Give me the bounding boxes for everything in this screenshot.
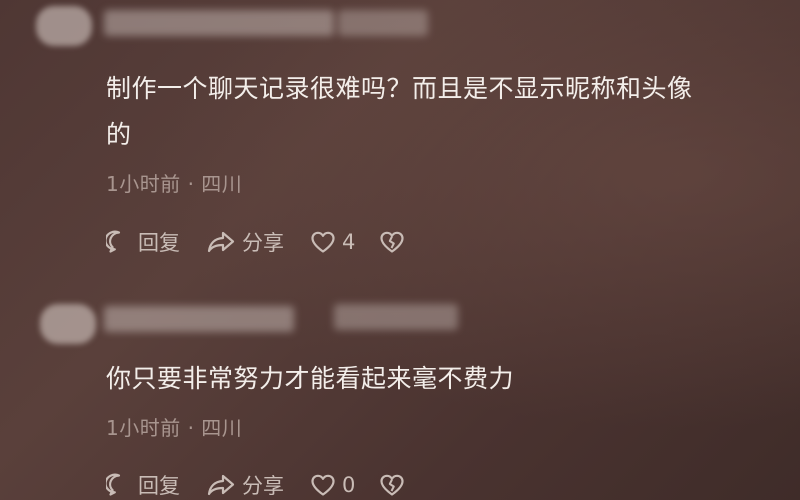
reply-label: 回复	[138, 231, 180, 255]
comment-actions: 回复 分享 4	[106, 227, 405, 257]
like-count: 0	[342, 473, 356, 497]
reply-label: 回复	[138, 474, 180, 498]
avatar[interactable]	[36, 6, 92, 46]
like-icon	[310, 473, 336, 497]
reply-icon	[106, 472, 132, 498]
dislike-icon	[379, 230, 405, 254]
comment-text: 制作一个聊天记录很难吗？而且是不显示昵称和头像 的	[106, 66, 693, 158]
share-button[interactable]: 分享	[206, 227, 284, 257]
username-redacted	[334, 304, 458, 330]
reply-button[interactable]: 回复	[106, 227, 180, 257]
share-button[interactable]: 分享	[206, 470, 284, 500]
share-label: 分享	[242, 474, 284, 498]
dislike-icon	[379, 473, 405, 497]
like-button[interactable]: 4	[310, 230, 355, 254]
comment-item: 你只要非常努力才能看起来毫不费力 1小时前 · 四川 回复 分享 0	[0, 290, 800, 500]
share-icon	[206, 229, 236, 255]
reply-icon	[106, 229, 132, 255]
like-button[interactable]: 0	[310, 473, 355, 497]
like-count: 4	[342, 230, 356, 254]
username-redacted	[338, 10, 428, 36]
comment-text-line: 的	[106, 120, 132, 149]
like-icon	[310, 230, 336, 254]
avatar[interactable]	[40, 304, 96, 344]
comment-text-line: 制作一个聊天记录很难吗？而且是不显示昵称和头像	[106, 74, 693, 103]
dislike-button[interactable]	[379, 473, 405, 497]
comment-meta: 1小时前 · 四川	[106, 416, 243, 440]
comment-item: 制作一个聊天记录很难吗？而且是不显示昵称和头像 的 1小时前 · 四川 回复 分…	[0, 0, 800, 270]
dislike-button[interactable]	[379, 230, 405, 254]
comment-text: 你只要非常努力才能看起来毫不费力	[106, 356, 514, 402]
comment-meta: 1小时前 · 四川	[106, 172, 243, 196]
username-redacted[interactable]	[104, 306, 294, 332]
comment-text-line: 你只要非常努力才能看起来毫不费力	[106, 364, 515, 393]
reply-button[interactable]: 回复	[106, 470, 180, 500]
share-icon	[206, 472, 236, 498]
comment-actions: 回复 分享 0	[106, 470, 405, 500]
username-redacted[interactable]	[104, 10, 334, 36]
share-label: 分享	[242, 231, 284, 255]
